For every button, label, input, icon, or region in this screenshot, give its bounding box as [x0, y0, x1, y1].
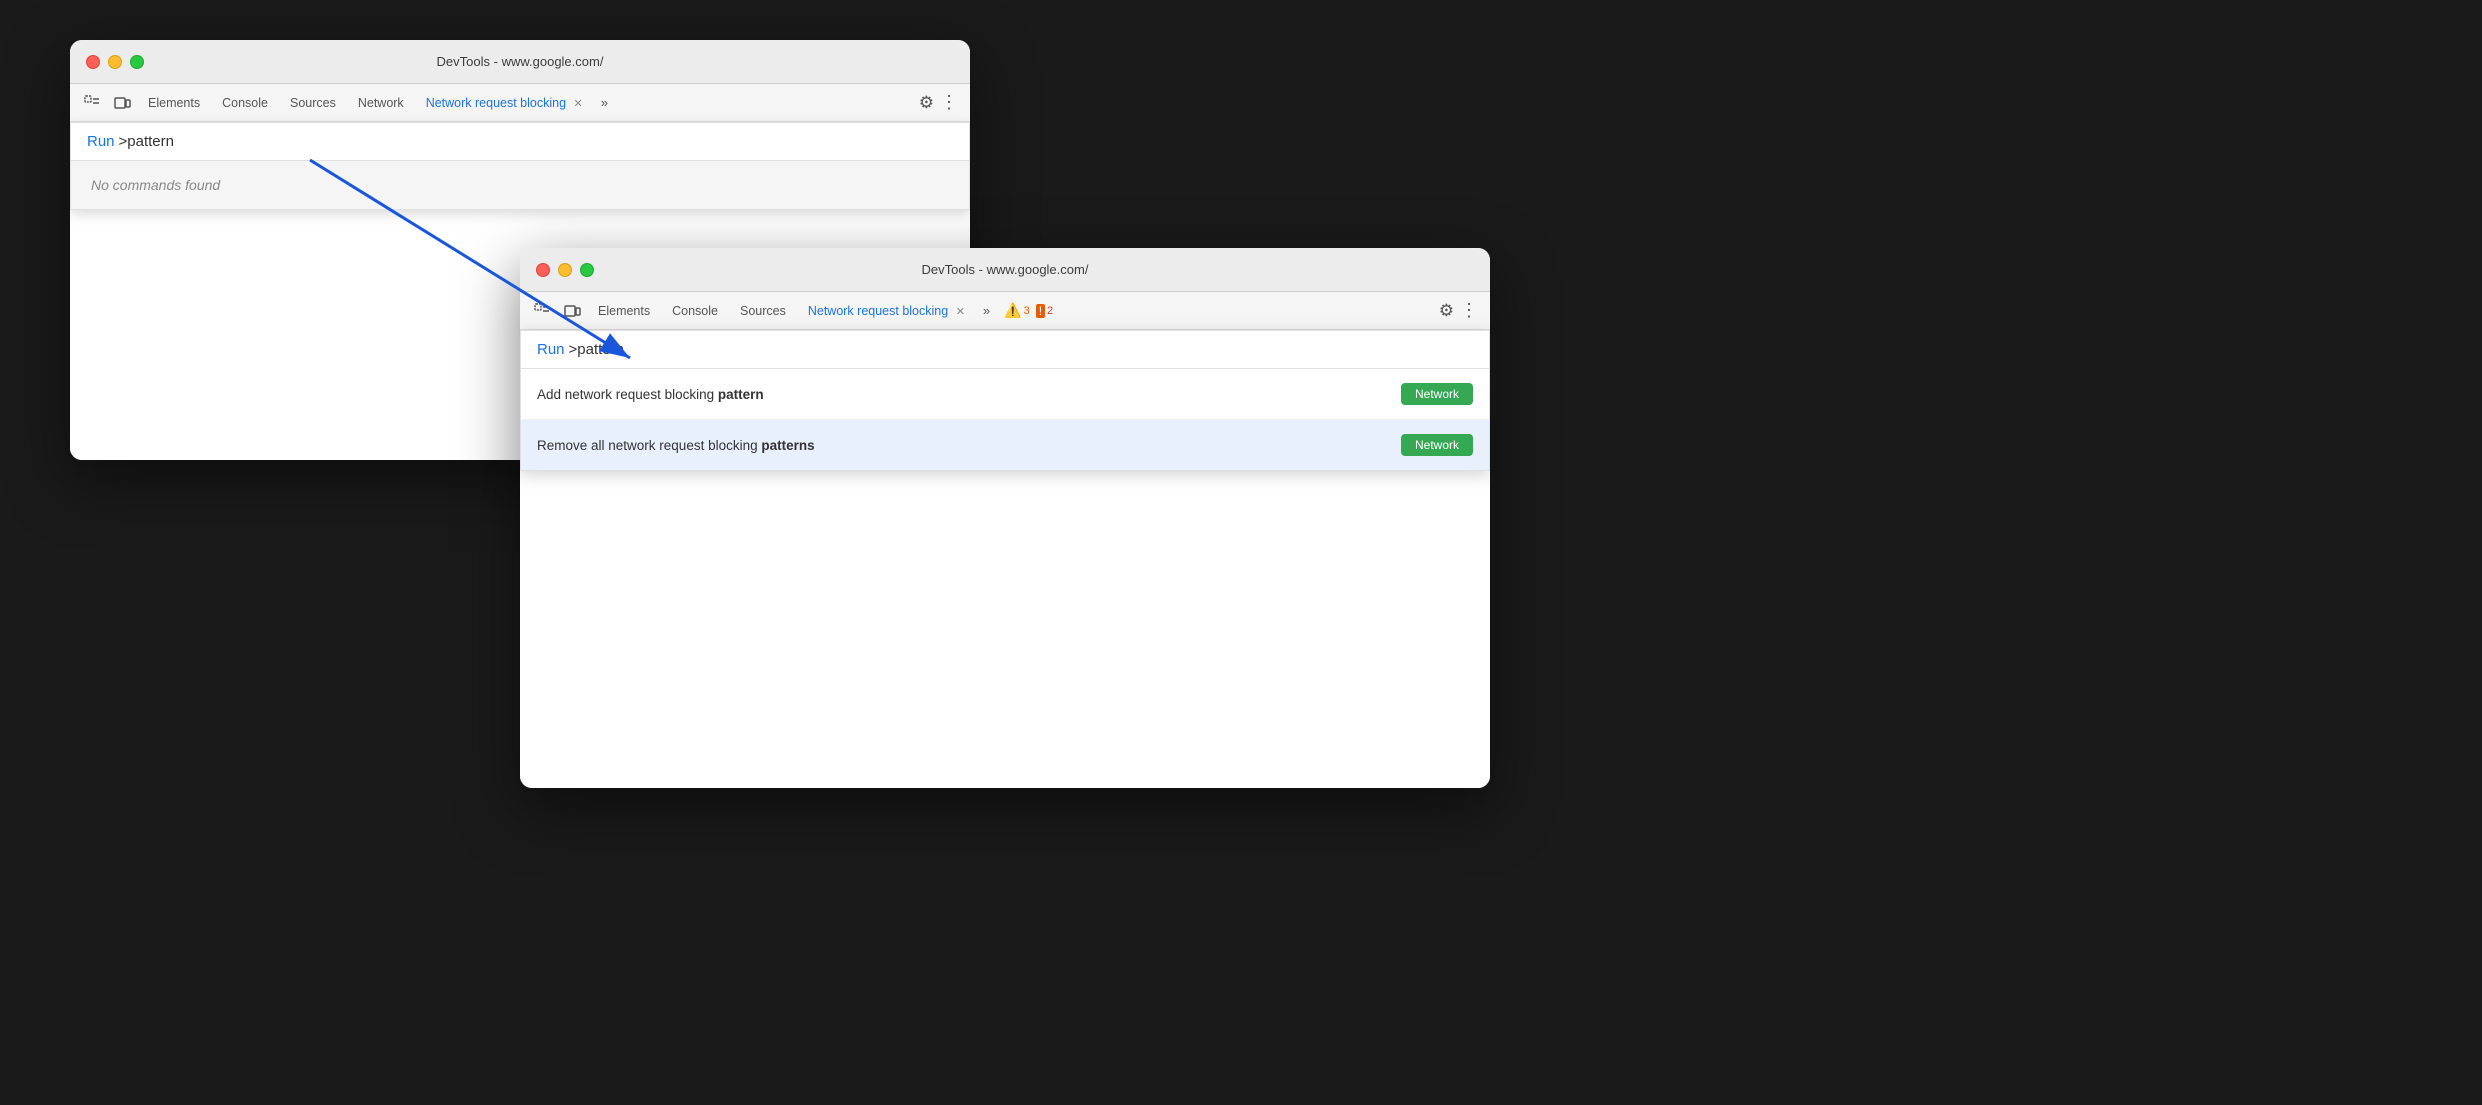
more-tabs-icon-2[interactable]: » — [977, 299, 996, 322]
command-input-row-2[interactable]: Run >pattern — [521, 331, 1489, 369]
command-palette-1: Run >pattern No commands found — [70, 122, 970, 210]
tab-bar-1: Elements Console Sources Network Network… — [70, 84, 970, 122]
error-icon-2: ! — [1036, 304, 1045, 318]
inspect-element-icon[interactable] — [78, 89, 106, 117]
tab-console-1[interactable]: Console — [212, 92, 278, 114]
pattern-text-1: >pattern — [119, 133, 174, 150]
more-tabs-icon-1[interactable]: » — [595, 91, 614, 114]
pattern-text-2: >pattern — [569, 341, 624, 358]
tab-console-2[interactable]: Console — [662, 300, 728, 322]
result-row-1[interactable]: Add network request blocking pattern Net… — [521, 369, 1489, 420]
settings-gear-icon-1[interactable]: ⚙ — [919, 93, 934, 113]
traffic-lights-1 — [86, 55, 144, 69]
maximize-button-1[interactable] — [130, 55, 144, 69]
window-title-1: DevTools - www.google.com/ — [437, 54, 604, 69]
no-results-1: No commands found — [71, 161, 969, 209]
warning-count-2: 3 — [1024, 305, 1030, 317]
settings-area-2: ⚙ ⋮ — [1435, 300, 1482, 321]
run-label-2: Run — [537, 341, 565, 358]
devtools-window-2: DevTools - www.google.com/ Elements Cons… — [520, 248, 1490, 788]
devtools-content-2: Enab Run >pattern Add network request bl… — [520, 330, 1490, 788]
tab-close-icon-2[interactable]: ✕ — [956, 306, 965, 318]
close-button-1[interactable] — [86, 55, 100, 69]
settings-area-1: ⚙ ⋮ — [915, 92, 962, 113]
tab-bar-2: Elements Console Sources Network request… — [520, 292, 1490, 330]
window-title-2: DevTools - www.google.com/ — [922, 262, 1089, 277]
tab-network-1[interactable]: Network — [348, 92, 414, 114]
tab-sources-2[interactable]: Sources — [730, 300, 796, 322]
warning-badge-2: ⚠️ 3 — [1004, 302, 1030, 319]
title-bar-2: DevTools - www.google.com/ — [520, 248, 1490, 292]
warning-icon-2: ⚠️ — [1004, 302, 1021, 319]
run-label-1: Run — [87, 133, 115, 150]
tab-elements-1[interactable]: Elements — [138, 92, 210, 114]
error-badge-2: ! 2 — [1036, 304, 1053, 318]
command-palette-2: Run >pattern Add network request blockin… — [520, 330, 1490, 471]
more-options-icon-2[interactable]: ⋮ — [1460, 300, 1478, 321]
error-count-2: 2 — [1047, 305, 1053, 317]
tab-network-request-blocking-1[interactable]: Network request blocking ✕ — [416, 92, 593, 114]
command-input-row-1[interactable]: Run >pattern — [71, 123, 969, 161]
settings-gear-icon-2[interactable]: ⚙ — [1439, 301, 1454, 321]
close-button-2[interactable] — [536, 263, 550, 277]
result-text-1: Add network request blocking pattern — [537, 387, 1393, 402]
device-mode-icon[interactable] — [108, 89, 136, 117]
tab-elements-2[interactable]: Elements — [588, 300, 660, 322]
more-options-icon-1[interactable]: ⋮ — [940, 92, 958, 113]
tab-network-request-blocking-2[interactable]: Network request blocking ✕ — [798, 300, 975, 322]
tab-sources-1[interactable]: Sources — [280, 92, 346, 114]
network-badge-1: Network — [1401, 383, 1473, 405]
maximize-button-2[interactable] — [580, 263, 594, 277]
minimize-button-2[interactable] — [558, 263, 572, 277]
minimize-button-1[interactable] — [108, 55, 122, 69]
result-row-2[interactable]: Remove all network request blocking patt… — [521, 420, 1489, 470]
title-bar-1: DevTools - www.google.com/ — [70, 40, 970, 84]
result-text-2: Remove all network request blocking patt… — [537, 438, 1393, 453]
inspect-element-icon-2[interactable] — [528, 297, 556, 325]
traffic-lights-2 — [536, 263, 594, 277]
network-badge-2: Network — [1401, 434, 1473, 456]
tab-close-icon-1[interactable]: ✕ — [574, 98, 583, 110]
device-mode-icon-2[interactable] — [558, 297, 586, 325]
